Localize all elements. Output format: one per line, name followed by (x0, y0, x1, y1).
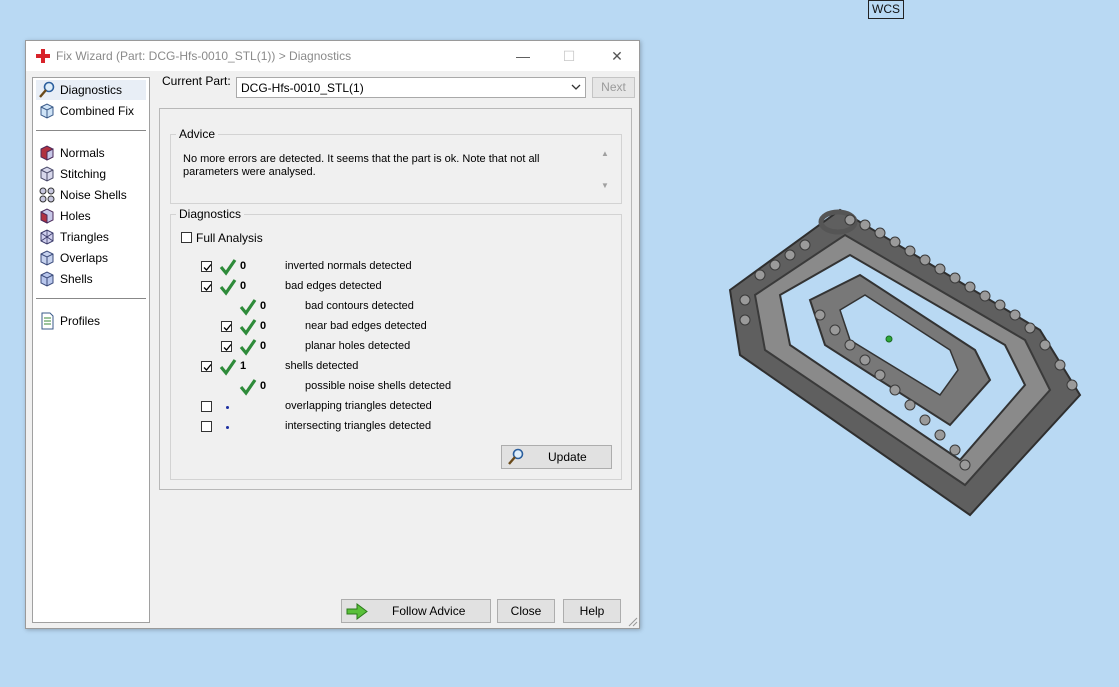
bad-edges-checkbox[interactable] (201, 281, 212, 292)
planar-holes-count: 0 (260, 340, 267, 352)
near-bad-edges-label: near bad edges detected (305, 320, 427, 332)
not-analysed-dot-icon (226, 426, 229, 429)
advice-text: No more errors are detected. It seems th… (183, 153, 540, 178)
sidebar-item-overlaps[interactable]: Overlaps (36, 248, 146, 268)
green-check-icon (219, 279, 237, 296)
shells-label: shells detected (285, 360, 359, 372)
near-bad-edges-checkbox[interactable] (221, 321, 232, 332)
chevron-down-icon (571, 84, 581, 90)
wcs-label: WCS (868, 0, 904, 19)
green-check-icon (219, 259, 237, 276)
bad-contours-label: bad contours detected (305, 300, 414, 312)
green-check-icon (239, 319, 257, 336)
planar-holes-checkbox[interactable] (221, 341, 232, 352)
noise-shells-icon (39, 187, 55, 203)
follow-advice-label: Follow Advice (392, 604, 466, 618)
minimize-button[interactable]: — (500, 41, 546, 71)
resize-grip-icon[interactable] (628, 617, 638, 627)
overlapping-triangles-checkbox[interactable] (201, 401, 212, 412)
document-icon (41, 312, 54, 330)
sidebar-item-diagnostics[interactable]: Diagnostics (36, 80, 146, 100)
3d-model-viewport[interactable] (700, 180, 1110, 540)
overlapping-triangles-label: overlapping triangles detected (285, 400, 432, 412)
intersecting-triangles-label: intersecting triangles detected (285, 420, 432, 432)
bad-contours-count: 0 (260, 300, 267, 312)
full-analysis-label: Full Analysis (196, 231, 263, 245)
holes-cube-icon (40, 208, 54, 224)
scroll-up-icon[interactable]: ▲ (601, 149, 609, 158)
green-check-icon (239, 299, 257, 316)
shells-count: 1 (240, 360, 247, 372)
green-check-icon (219, 359, 237, 376)
help-button[interactable]: Help (563, 599, 621, 623)
update-button[interactable]: Update (501, 445, 612, 469)
sidebar-item-normals[interactable]: Normals (36, 143, 146, 163)
sidebar-item-profiles[interactable]: Profiles (36, 311, 146, 331)
magnifier-icon (508, 448, 524, 465)
sidebar-divider (36, 130, 146, 131)
diagnostics-group: Diagnostics Full Analysis 0 inverted nor… (170, 207, 622, 480)
close-button[interactable]: Close (497, 599, 555, 623)
normals-cube-icon (40, 145, 54, 161)
magnifier-icon (39, 81, 55, 98)
shells-cube-icon (40, 271, 54, 287)
inverted-normals-count: 0 (240, 260, 247, 272)
planar-holes-label: planar holes detected (305, 340, 411, 352)
sidebar-divider (36, 298, 146, 299)
near-bad-edges-count: 0 (260, 320, 267, 332)
app-cross-icon (36, 49, 50, 63)
next-button[interactable]: Next (592, 77, 635, 98)
advice-group: Advice No more errors are detected. It s… (170, 127, 622, 204)
full-analysis-checkbox[interactable] (181, 232, 192, 243)
window-title: Fix Wizard (Part: DCG-Hfs-0010_STL(1)) >… (56, 49, 352, 63)
bad-edges-count: 0 (240, 280, 247, 292)
not-analysed-dot-icon (226, 406, 229, 409)
inverted-normals-label: inverted normals detected (285, 260, 412, 272)
sidebar-item-combined-fix[interactable]: Combined Fix (36, 101, 146, 121)
intersecting-triangles-checkbox[interactable] (201, 421, 212, 432)
sidebar-item-noise-shells[interactable]: Noise Shells (36, 185, 146, 205)
fix-wizard-dialog: Fix Wizard (Part: DCG-Hfs-0010_STL(1)) >… (25, 40, 640, 629)
close-window-button[interactable]: ✕ (594, 41, 640, 71)
current-part-value: DCG-Hfs-0010_STL(1) (241, 81, 364, 95)
diagnostics-title: Diagnostics (176, 207, 245, 221)
overlaps-cube-icon (40, 250, 54, 266)
maximize-button: ☐ (562, 48, 576, 64)
noise-shells-label: possible noise shells detected (305, 380, 452, 392)
green-check-icon (239, 379, 257, 396)
green-check-icon (239, 339, 257, 356)
follow-advice-button[interactable]: Follow Advice (341, 599, 491, 623)
sidebar-item-shells[interactable]: Shells (36, 269, 146, 289)
arrow-right-icon (346, 603, 368, 620)
advice-title: Advice (176, 127, 219, 141)
wizard-sidebar: Diagnostics Combined Fix Normals Stitchi… (32, 77, 150, 623)
diagnostics-panel: Advice No more errors are detected. It s… (159, 108, 632, 490)
scroll-down-icon[interactable]: ▼ (601, 181, 609, 190)
shells-checkbox[interactable] (201, 361, 212, 372)
noise-shells-count: 0 (260, 380, 267, 392)
sidebar-item-holes[interactable]: Holes (36, 206, 146, 226)
cube-icon (40, 103, 54, 119)
triangles-cube-icon (40, 229, 54, 245)
stitching-cube-icon (40, 166, 54, 182)
current-part-dropdown[interactable]: DCG-Hfs-0010_STL(1) (236, 77, 586, 98)
current-part-label: Current Part: (162, 74, 231, 88)
sidebar-item-triangles[interactable]: Triangles (36, 227, 146, 247)
update-label: Update (548, 450, 587, 464)
inverted-normals-checkbox[interactable] (201, 261, 212, 272)
bad-edges-label: bad edges detected (285, 280, 382, 292)
sidebar-item-stitching[interactable]: Stitching (36, 164, 146, 184)
title-bar[interactable]: Fix Wizard (Part: DCG-Hfs-0010_STL(1)) >… (26, 41, 639, 71)
